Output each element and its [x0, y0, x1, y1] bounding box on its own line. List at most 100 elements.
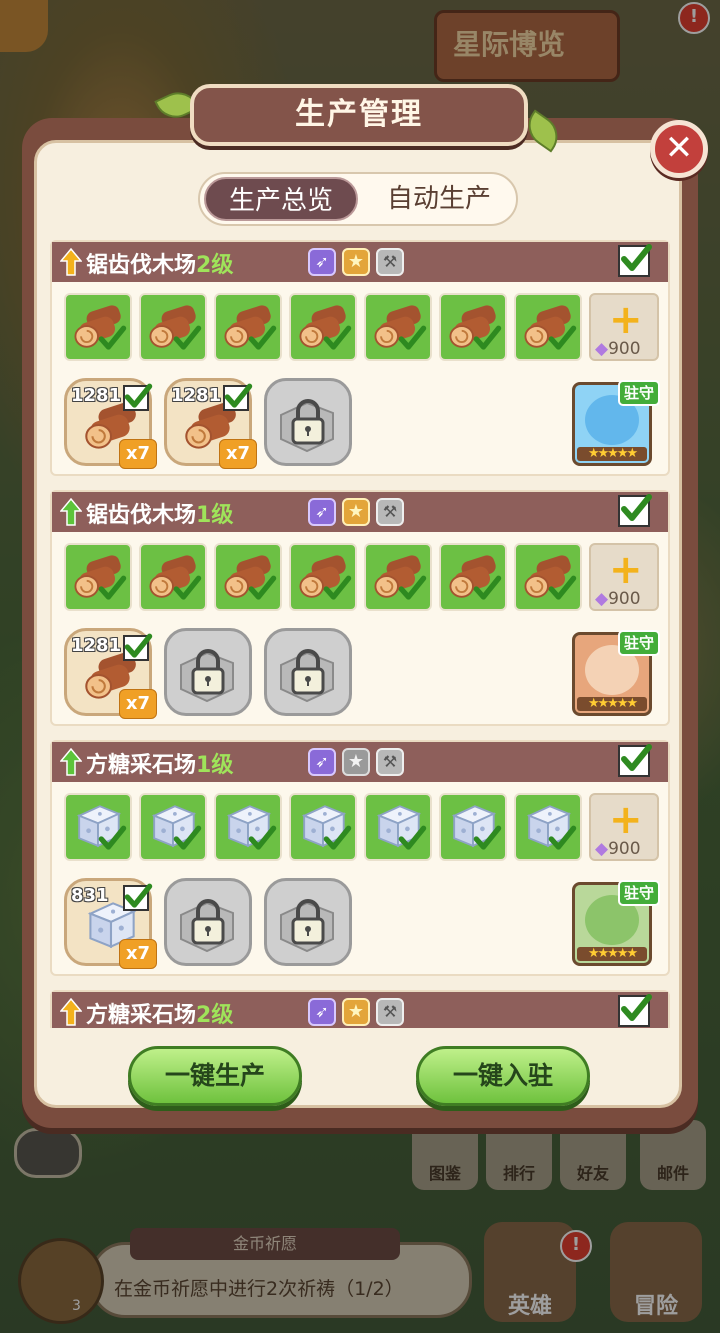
output-count: 1281	[171, 385, 222, 406]
slot-cost: ◆900	[595, 339, 641, 359]
production-slot[interactable]	[289, 543, 357, 611]
output-count: 831	[71, 885, 109, 906]
produce-all-button[interactable]: 一键生产	[128, 1046, 302, 1106]
building-card: 锯齿伐木场2级 ➶ ★ ⚒ + ◆900 1281 x7 1281 x7 ★★★★★ 驻守	[50, 240, 670, 476]
upgrade-arrow-icon[interactable]	[59, 497, 83, 526]
production-slot[interactable]	[364, 293, 432, 361]
slot-cost: ◆900	[595, 839, 641, 859]
gem-icon: ◆	[595, 339, 609, 359]
output-multiplier: x7	[119, 689, 157, 719]
select-checkbox[interactable]	[618, 744, 652, 777]
upgrade-arrow-icon[interactable]	[59, 747, 83, 776]
upgrade-arrow-icon[interactable]	[59, 997, 83, 1026]
building-name: 方糖采石场1级	[86, 747, 233, 779]
add-slot-button[interactable]: + ◆900	[589, 293, 659, 361]
output-checkbox[interactable]	[123, 383, 153, 411]
building-level: 1级	[196, 503, 234, 528]
close-icon[interactable]: ✕	[650, 120, 708, 178]
production-slot[interactable]	[439, 543, 507, 611]
production-slot[interactable]	[214, 543, 282, 611]
star-icon[interactable]: ★	[342, 248, 370, 276]
plus-icon: +	[609, 797, 643, 843]
production-slot[interactable]	[439, 293, 507, 361]
output-item[interactable]: 831 x7	[64, 878, 157, 969]
slot-cost-value: 900	[608, 339, 641, 359]
locked-slot[interactable]	[264, 378, 352, 466]
building-title: 锯齿伐木场	[86, 253, 197, 278]
dialog-title: 生产管理	[190, 84, 528, 146]
locked-slot[interactable]	[264, 878, 352, 966]
boost-icon[interactable]: ➶	[308, 748, 336, 776]
output-item[interactable]: 1281 x7	[64, 378, 157, 469]
building-title: 方糖采石场	[86, 1003, 197, 1028]
output-checkbox[interactable]	[223, 383, 253, 411]
plus-icon: +	[609, 547, 643, 593]
production-slot[interactable]	[289, 293, 357, 361]
building-name: 方糖采石场2级	[86, 997, 233, 1028]
building-name: 锯齿伐木场2级	[86, 247, 233, 279]
hammer-icon[interactable]: ⚒	[376, 748, 404, 776]
tab-auto-production[interactable]: 自动生产	[364, 177, 514, 221]
add-slot-button[interactable]: + ◆900	[589, 543, 659, 611]
building-card: 方糖采石场2级 ➶ ★ ⚒	[50, 990, 670, 1028]
output-checkbox[interactable]	[123, 883, 153, 911]
output-checkbox[interactable]	[123, 633, 153, 661]
production-slot[interactable]	[64, 543, 132, 611]
boost-icon[interactable]: ➶	[308, 998, 336, 1026]
hero-stars: ★★★★★	[577, 947, 647, 961]
output-multiplier: x7	[119, 939, 157, 969]
guard-badge: 驻守	[618, 880, 660, 906]
building-level: 2级	[196, 253, 234, 278]
plus-icon: +	[609, 297, 643, 343]
building-level: 2级	[196, 1003, 234, 1028]
tab-overview[interactable]: 生产总览	[204, 177, 358, 221]
production-slot[interactable]	[289, 793, 357, 861]
output-item[interactable]: 1281 x7	[64, 628, 157, 719]
locked-slot[interactable]	[164, 878, 252, 966]
slot-cost-value: 900	[608, 589, 641, 609]
hammer-icon[interactable]: ⚒	[376, 998, 404, 1026]
locked-slot[interactable]	[164, 628, 252, 716]
building-card: 锯齿伐木场1级 ➶ ★ ⚒ + ◆900 1281 x7 ★★★★★ 驻守	[50, 490, 670, 726]
output-count: 1281	[71, 635, 122, 656]
production-slot[interactable]	[514, 543, 582, 611]
guard-badge: 驻守	[618, 380, 660, 406]
upgrade-arrow-icon[interactable]	[59, 247, 83, 276]
building-name: 锯齿伐木场1级	[86, 497, 233, 529]
output-item[interactable]: 1281 x7	[164, 378, 257, 469]
building-card: 方糖采石场1级 ➶ ★ ⚒ + ◆900 831 x7 ★★★★★ 驻守	[50, 740, 670, 976]
boost-icon[interactable]: ➶	[308, 498, 336, 526]
production-slot[interactable]	[214, 293, 282, 361]
hammer-icon[interactable]: ⚒	[376, 248, 404, 276]
locked-slot[interactable]	[264, 628, 352, 716]
tab-bar: 生产总览 自动生产	[198, 172, 518, 226]
production-slot[interactable]	[64, 293, 132, 361]
building-level: 1级	[196, 753, 234, 778]
select-checkbox[interactable]	[618, 494, 652, 527]
production-slot[interactable]	[214, 793, 282, 861]
production-slot[interactable]	[439, 793, 507, 861]
slot-cost: ◆900	[595, 589, 641, 609]
production-slot[interactable]	[364, 543, 432, 611]
hero-stars: ★★★★★	[577, 697, 647, 711]
station-all-button[interactable]: 一键入驻	[416, 1046, 590, 1106]
star-icon[interactable]: ★	[342, 998, 370, 1026]
boost-icon[interactable]: ➶	[308, 248, 336, 276]
production-slot[interactable]	[514, 793, 582, 861]
select-checkbox[interactable]	[618, 244, 652, 277]
star-icon[interactable]: ★	[342, 748, 370, 776]
building-list[interactable]: 锯齿伐木场2级 ➶ ★ ⚒ + ◆900 1281 x7 1281 x7 ★★★★★ 驻守 锯齿伐木场1…	[50, 240, 670, 1028]
output-multiplier: x7	[219, 439, 257, 469]
star-icon[interactable]: ★	[342, 498, 370, 526]
production-slot[interactable]	[64, 793, 132, 861]
production-slot[interactable]	[139, 543, 207, 611]
slot-cost-value: 900	[608, 839, 641, 859]
hammer-icon[interactable]: ⚒	[376, 498, 404, 526]
building-title: 锯齿伐木场	[86, 503, 197, 528]
production-slot[interactable]	[139, 793, 207, 861]
production-slot[interactable]	[139, 293, 207, 361]
select-checkbox[interactable]	[618, 994, 652, 1027]
add-slot-button[interactable]: + ◆900	[589, 793, 659, 861]
production-slot[interactable]	[364, 793, 432, 861]
production-slot[interactable]	[514, 293, 582, 361]
